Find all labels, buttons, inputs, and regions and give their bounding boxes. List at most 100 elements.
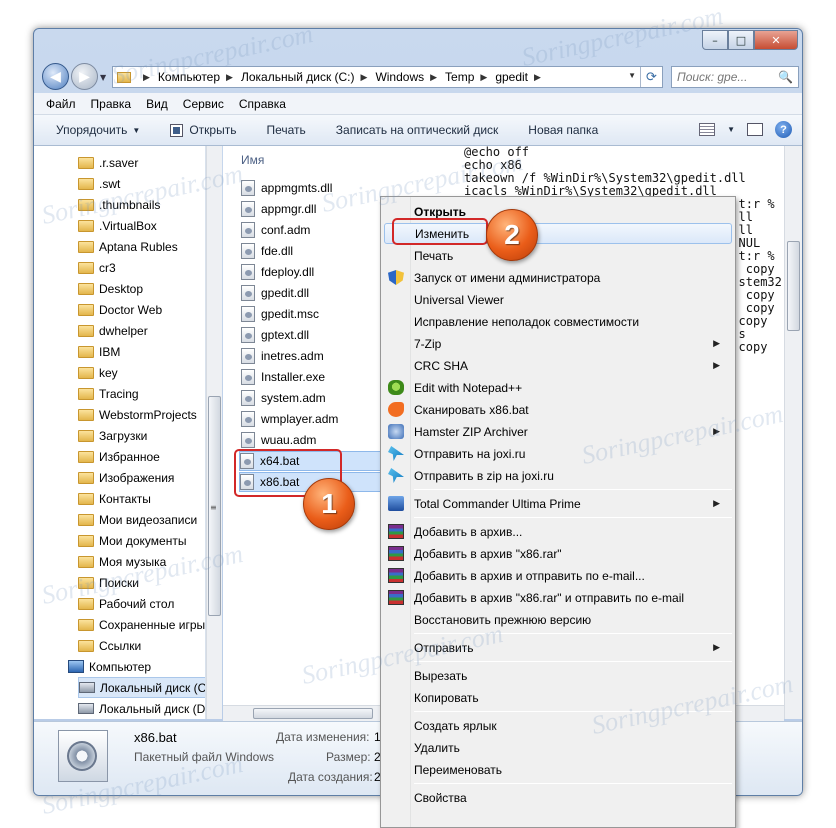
context-menu-item[interactable]: Добавить в архив... bbox=[384, 521, 732, 542]
nav-item[interactable]: cr3 bbox=[78, 257, 116, 278]
context-menu-item[interactable]: Переименовать bbox=[384, 759, 732, 780]
breadcrumb-arrow-icon[interactable]: ▶ bbox=[534, 72, 541, 83]
file-item[interactable]: gpedit.dll bbox=[241, 283, 309, 303]
breadcrumb-arrow-icon[interactable]: ▶ bbox=[361, 72, 368, 83]
file-item[interactable]: inetres.adm bbox=[241, 346, 324, 366]
breadcrumb-item[interactable]: gpedit ▶ bbox=[495, 70, 549, 84]
nav-item[interactable]: Desktop bbox=[78, 278, 143, 299]
context-menu-item[interactable]: Total Commander Ultima Prime ▶ bbox=[384, 493, 732, 514]
file-item[interactable]: Installer.exe bbox=[241, 367, 325, 387]
context-menu-item[interactable]: Свойства bbox=[384, 787, 732, 808]
nav-item[interactable]: Aptana Rubles bbox=[78, 236, 178, 257]
nav-item[interactable]: .VirtualBox bbox=[78, 215, 157, 236]
print-button[interactable]: Печать bbox=[266, 123, 305, 137]
breadcrumb-arrow-icon[interactable]: ▶ bbox=[226, 72, 233, 83]
context-menu-item[interactable]: Запуск от имени администратора bbox=[384, 267, 732, 288]
breadcrumb-arrow-icon[interactable]: ▶ bbox=[430, 72, 437, 83]
file-item[interactable]: appmgr.dll bbox=[241, 199, 316, 219]
context-menu-item[interactable]: Universal Viewer bbox=[384, 289, 732, 310]
address-bar[interactable]: ▶ Компьютер ▶ Локальный диск (C:) ▶ Windows ▶… bbox=[112, 66, 663, 88]
file-item[interactable]: gpedit.msc bbox=[241, 304, 319, 324]
menu-1[interactable]: Правка bbox=[91, 97, 132, 111]
horizontal-scroll-thumb[interactable] bbox=[253, 708, 373, 719]
nav-item[interactable]: Компьютер bbox=[68, 656, 151, 677]
nav-item[interactable]: Локальный диск (D bbox=[78, 698, 205, 719]
help-icon[interactable]: ? bbox=[775, 121, 792, 138]
nav-item[interactable]: Контакты bbox=[78, 488, 151, 509]
breadcrumb-item[interactable]: Temp ▶ bbox=[445, 70, 495, 84]
context-menu-item[interactable]: Печать bbox=[384, 245, 732, 266]
context-menu-item[interactable]: Добавить в архив "x86.rar" и отправить п… bbox=[384, 587, 732, 608]
context-menu-item[interactable]: Отправить в zip на joxi.ru bbox=[384, 465, 732, 486]
nav-item[interactable]: Изображения bbox=[78, 467, 174, 488]
file-list-scrollbar[interactable] bbox=[784, 146, 802, 719]
forward-button[interactable]: ▶ bbox=[71, 63, 98, 90]
nav-item[interactable]: WebstormProjects bbox=[78, 404, 197, 425]
nav-item[interactable]: .r.saver bbox=[78, 152, 138, 173]
context-menu-item[interactable]: Удалить bbox=[384, 737, 732, 758]
menu-0[interactable]: Файл bbox=[46, 97, 76, 111]
file-item[interactable]: wmplayer.adm bbox=[241, 409, 338, 429]
nav-item[interactable]: Мои видеозаписи bbox=[78, 509, 197, 530]
maximize-button[interactable]: □ bbox=[728, 30, 754, 50]
file-item[interactable]: gptext.dll bbox=[241, 325, 309, 345]
file-item[interactable]: wuau.adm bbox=[241, 430, 316, 450]
context-menu-item[interactable]: Создать ярлык bbox=[384, 715, 732, 736]
context-menu-item[interactable]: Edit with Notepad++ bbox=[384, 377, 732, 398]
context-menu-item[interactable]: Отправить на joxi.ru bbox=[384, 443, 732, 464]
nav-item[interactable]: Рабочий стол bbox=[78, 593, 174, 614]
file-item[interactable]: appmgmts.dll bbox=[241, 178, 332, 198]
breadcrumb-item[interactable]: Windows ▶ bbox=[375, 70, 445, 84]
open-button[interactable]: Открыть bbox=[170, 123, 236, 137]
context-menu-item[interactable]: Вырезать bbox=[384, 665, 732, 686]
file-scroll-thumb[interactable] bbox=[787, 241, 800, 331]
refresh-icon[interactable]: ⟳ bbox=[640, 67, 662, 87]
minimize-button[interactable]: – bbox=[702, 30, 728, 50]
nav-item[interactable]: Doctor Web bbox=[78, 299, 162, 320]
file-item[interactable]: fde.dll bbox=[241, 241, 293, 261]
organize-button[interactable]: Упорядочить ▼ bbox=[56, 123, 140, 137]
nav-item[interactable]: IBM bbox=[78, 341, 120, 362]
nav-item[interactable]: Tracing bbox=[78, 383, 139, 404]
nav-item[interactable]: Загрузки bbox=[78, 425, 147, 446]
breadcrumb-item[interactable]: Компьютер ▶ bbox=[158, 70, 241, 84]
nav-item[interactable]: key bbox=[78, 362, 118, 383]
nav-item[interactable]: Избранное bbox=[78, 446, 160, 467]
nav-item[interactable]: Ссылки bbox=[78, 635, 141, 656]
file-item[interactable]: conf.adm bbox=[241, 220, 310, 240]
view-dropdown-icon[interactable]: ▼ bbox=[727, 125, 735, 134]
menu-4[interactable]: Справка bbox=[239, 97, 286, 111]
menu-3[interactable]: Сервис bbox=[183, 97, 224, 111]
context-menu-item[interactable]: Добавить в архив и отправить по e-mail..… bbox=[384, 565, 732, 586]
close-button[interactable]: ✕ bbox=[754, 30, 798, 50]
context-menu-item[interactable]: Исправление неполадок совместимости bbox=[384, 311, 732, 332]
context-menu-item[interactable]: Добавить в архив "x86.rar" bbox=[384, 543, 732, 564]
context-menu-item[interactable]: 7-Zip ▶ bbox=[384, 333, 732, 354]
nav-item[interactable]: dwhelper bbox=[78, 320, 148, 341]
nav-item[interactable]: .swt bbox=[78, 173, 120, 194]
nav-item[interactable]: .thumbnails bbox=[78, 194, 160, 215]
nav-item[interactable]: Поиски bbox=[78, 572, 139, 593]
view-options-icon[interactable] bbox=[699, 123, 716, 136]
address-dropdown-icon[interactable]: ▼ bbox=[628, 71, 636, 80]
context-menu-item[interactable]: Копировать bbox=[384, 687, 732, 708]
new-folder-button[interactable]: Новая папка bbox=[528, 123, 598, 137]
search-input[interactable]: Поиск: gpe... 🔍 bbox=[671, 66, 799, 88]
context-menu-item[interactable]: Сканировать x86.bat bbox=[384, 399, 732, 420]
history-dropdown-icon[interactable]: ▼ bbox=[100, 73, 106, 82]
nav-item[interactable]: Моя музыка bbox=[78, 551, 166, 572]
nav-item[interactable]: Сохраненные игры bbox=[78, 614, 205, 635]
context-menu-item[interactable]: Hamster ZIP Archiver ▶ bbox=[384, 421, 732, 442]
nav-item[interactable]: Локальный диск (C bbox=[78, 677, 205, 698]
breadcrumb-arrow-icon[interactable]: ▶ bbox=[480, 72, 487, 83]
name-column-header[interactable]: Имя bbox=[241, 153, 264, 167]
context-menu-item[interactable]: Отправить ▶ bbox=[384, 637, 732, 658]
menu-2[interactable]: Вид bbox=[146, 97, 168, 111]
context-menu-item[interactable]: Восстановить прежнюю версию bbox=[384, 609, 732, 630]
breadcrumb-item[interactable]: Локальный диск (C:) ▶ bbox=[241, 70, 375, 84]
preview-pane-icon[interactable] bbox=[747, 123, 763, 136]
burn-button[interactable]: Записать на оптический диск bbox=[336, 123, 499, 137]
context-menu-item[interactable]: CRC SHA ▶ bbox=[384, 355, 732, 376]
file-item[interactable]: fdeploy.dll bbox=[241, 262, 314, 282]
nav-item[interactable]: Мои документы bbox=[78, 530, 186, 551]
